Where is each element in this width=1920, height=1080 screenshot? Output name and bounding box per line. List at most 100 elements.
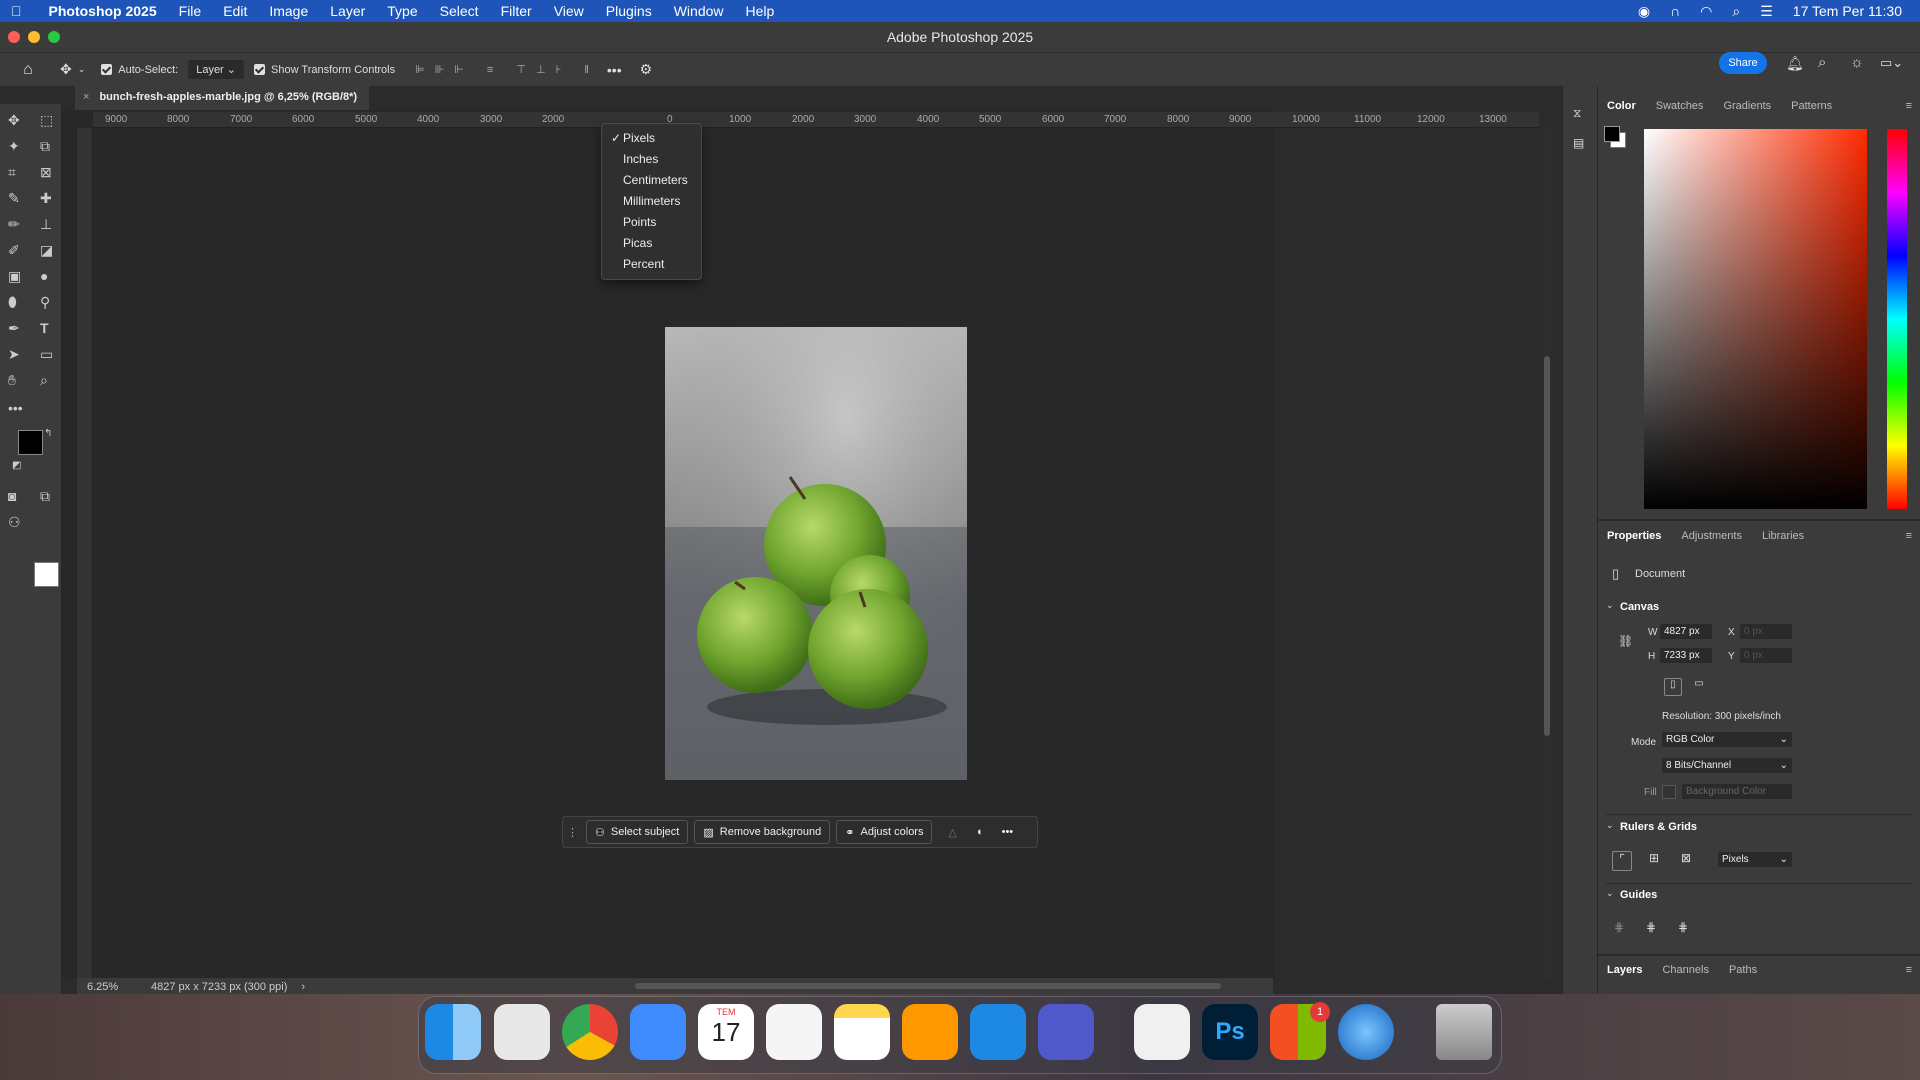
menu-item-picas[interactable]: Picas [602, 233, 701, 254]
history-brush-icon[interactable]: ✐ [8, 242, 32, 266]
minimize-window-button[interactable] [28, 31, 40, 43]
menu-item-centimeters[interactable]: Centimeters [602, 170, 701, 191]
brush-tool-icon[interactable]: ✏ [8, 216, 32, 240]
vertical-ruler[interactable] [77, 128, 93, 978]
vertical-scrollbar[interactable] [1543, 128, 1551, 978]
eraser-tool-icon[interactable]: ◪ [40, 242, 64, 266]
ruler-units-dropdown[interactable]: Pixels ⌄ [1718, 852, 1792, 867]
fill-dropdown[interactable]: Background Color [1682, 784, 1792, 799]
color-field[interactable] [1644, 129, 1867, 509]
calendar-icon[interactable]: TEM 17 [698, 1004, 754, 1060]
contrast-icon[interactable]: ◐ [977, 826, 984, 838]
dodge-tool-icon[interactable]: ⬮ [8, 294, 32, 318]
menu-plugins[interactable]: Plugins [595, 0, 663, 22]
auto-select-checkbox[interactable] [101, 64, 113, 75]
move-tool-icon[interactable]: ✥ [8, 112, 32, 136]
tab-patterns[interactable]: Patterns [1791, 100, 1832, 112]
panel-menu-icon[interactable]: ≡ [1906, 100, 1912, 112]
remove-background-button[interactable]: ▨ Remove background [694, 820, 831, 844]
horizontal-scroll-thumb[interactable] [635, 983, 1221, 989]
control-center-icon[interactable]: ☰ [1760, 3, 1773, 20]
learn-icon[interactable]: ☼ [1850, 54, 1864, 71]
chevron-right-icon[interactable]: › [301, 981, 305, 993]
zoom-tool-icon[interactable]: ⌕ [40, 372, 64, 396]
comments-icon[interactable]: ▤ [1573, 136, 1584, 150]
menu-item-millimeters[interactable]: Millimeters [602, 191, 701, 212]
app-store-icon[interactable] [970, 1004, 1026, 1060]
menu-layer[interactable]: Layer [319, 0, 376, 22]
bits-dropdown[interactable]: 8 Bits/Channel ⌄ [1662, 758, 1792, 773]
gear-icon[interactable]: ⚙ [640, 61, 653, 78]
tab-channels[interactable]: Channels [1662, 964, 1708, 976]
menu-image[interactable]: Image [258, 0, 319, 22]
gradient-tool-icon[interactable]: ▣ [8, 268, 32, 292]
screen-mode-icon[interactable]: ⧉ [40, 488, 64, 512]
rulers-grids-title[interactable]: Rulers & Grids [1620, 821, 1697, 833]
stamp-tool-icon[interactable]: ⊥ [40, 216, 64, 240]
menu-item-inches[interactable]: Inches [602, 149, 701, 170]
landscape-orientation-icon[interactable]: ▭ [1690, 678, 1708, 696]
menu-window[interactable]: Window [663, 0, 735, 22]
new-guide-icon[interactable]: ⋕ [1646, 920, 1656, 934]
width-field[interactable]: 4827 px [1660, 624, 1712, 639]
app-menu[interactable]: Photoshop 2025 [33, 0, 168, 22]
panel-menu-icon[interactable]: ≡ [1906, 530, 1912, 542]
menu-item-points[interactable]: Points [602, 212, 701, 233]
height-field[interactable]: 7233 px [1660, 648, 1712, 663]
rectangle-tool-icon[interactable]: ▭ [40, 346, 64, 370]
document-image[interactable] [665, 327, 967, 780]
fill-swatch[interactable] [1662, 785, 1676, 799]
chrome-icon[interactable] [562, 1004, 618, 1060]
quicktime-icon[interactable] [1338, 1004, 1394, 1060]
zoom-level[interactable]: 6.25% [87, 981, 147, 993]
drag-handle-icon[interactable]: ⋮ [567, 826, 578, 839]
type-tool-icon[interactable]: T [40, 320, 64, 344]
notes-icon[interactable] [834, 1004, 890, 1060]
close-window-button[interactable] [8, 31, 20, 43]
blur-tool-icon[interactable]: ● [40, 268, 64, 292]
crop-tool-icon[interactable]: ⌗ [8, 164, 32, 188]
more-icon[interactable]: ••• [1002, 826, 1014, 838]
menu-help[interactable]: Help [735, 0, 786, 22]
foreground-color-swatch[interactable] [18, 430, 43, 455]
edit-toolbar-icon[interactable]: ⚇ [8, 514, 32, 538]
menu-select[interactable]: Select [429, 0, 490, 22]
tab-layers[interactable]: Layers [1607, 964, 1642, 976]
tab-libraries[interactable]: Libraries [1762, 530, 1804, 542]
apple-icon[interactable]:  [0, 0, 33, 22]
quick-mask-icon[interactable]: ◙ [8, 488, 32, 512]
tab-properties[interactable]: Properties [1607, 530, 1661, 542]
marquee-tool-icon[interactable]: ⬚ [40, 112, 64, 136]
photoshop-icon[interactable]: Ps [1202, 1004, 1258, 1060]
creative-cloud-icon[interactable]: ◉ [1638, 3, 1650, 20]
chevron-down-icon[interactable]: ⌄ [1606, 820, 1614, 831]
ruler-toggle-icon[interactable]: ⌜ [1612, 851, 1632, 871]
chevron-down-icon[interactable]: ⌄ [1606, 600, 1614, 611]
clock[interactable]: 17 Tem Per 11:30 [1793, 3, 1902, 19]
tab-adjustments[interactable]: Adjustments [1681, 530, 1742, 542]
fg-color-chip[interactable] [1604, 126, 1620, 142]
x-field[interactable]: 0 px [1740, 624, 1792, 639]
align-icons[interactable]: ⊫⊪⊩ ≡ ⊤⊥⊦ ‖ [415, 63, 599, 76]
mode-dropdown[interactable]: RGB Color ⌄ [1662, 732, 1792, 747]
share-button[interactable]: Share [1719, 52, 1767, 74]
zoom-window-button[interactable] [48, 31, 60, 43]
background-color-swatch[interactable] [34, 562, 59, 587]
pixel-grid-icon[interactable]: ⊠ [1676, 851, 1696, 871]
trash-icon[interactable] [1436, 1004, 1492, 1060]
launchpad-icon[interactable] [494, 1004, 550, 1060]
panel-menu-icon[interactable]: ≡ [1906, 964, 1912, 976]
vertical-scroll-thumb[interactable] [1544, 356, 1550, 736]
hue-slider[interactable] [1887, 129, 1907, 509]
guide-toggle-icon[interactable]: ⋕ [1614, 920, 1624, 934]
finder-icon[interactable] [425, 1004, 481, 1060]
menu-filter[interactable]: Filter [490, 0, 543, 22]
canvas-section-title[interactable]: Canvas [1620, 601, 1659, 613]
pen-tool-icon[interactable]: ✒ [8, 320, 32, 344]
mail-icon[interactable] [630, 1004, 686, 1060]
healing-brush-icon[interactable]: ✚ [40, 190, 64, 214]
search-icon[interactable]: ⌕ [1818, 54, 1826, 71]
quick-select-tool-icon[interactable]: ⧉ [40, 138, 64, 162]
teams-icon[interactable] [1038, 1004, 1094, 1060]
path-select-icon[interactable]: ➤ [8, 346, 32, 370]
